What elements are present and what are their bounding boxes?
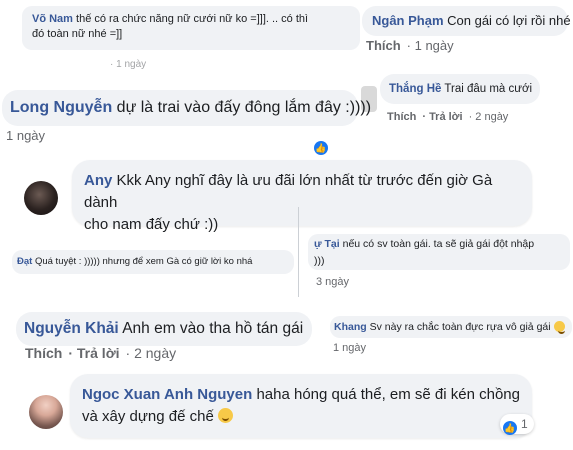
avatar[interactable] — [24, 181, 58, 215]
like-button[interactable]: Thích — [25, 345, 62, 361]
like-button[interactable]: Thích — [366, 38, 401, 53]
smile-emoji-icon — [553, 321, 565, 334]
comment-text-2: ))) — [314, 255, 325, 267]
commenter-name[interactable]: Long Nguyễn — [10, 99, 112, 116]
comment-bubble: Ngân Phạm Con gái có lợi rồi nhé — [362, 6, 571, 36]
comment-time: · 2 ngày — [468, 111, 509, 123]
like-icon: 👍 — [314, 141, 328, 155]
comment-time: · 2 ngày — [125, 345, 177, 361]
comment-text: thế có ra chức năng nữ cưới nữ ko =]]]. … — [76, 13, 309, 25]
comment-meta: Thích · Trả lời · 2 ngày — [387, 111, 514, 123]
comment-time: 1 ngày — [6, 128, 46, 143]
comment-bubble: Đạt Quá tuyệt : ))))) nhưng để xem Gà có… — [12, 250, 294, 274]
comment-bubble: Long Nguyễn dự là trai vào đấy đông lắm … — [2, 90, 371, 126]
avatar[interactable] — [29, 395, 63, 429]
commenter-name[interactable]: Khang — [334, 321, 367, 333]
comment-meta: · 1 ngày — [110, 59, 147, 70]
comment-text: Sv này ra chắc toàn đực rựa vô giả gái — [369, 321, 551, 333]
reply-button[interactable]: · Trả lời — [422, 111, 462, 123]
comment-text: Quá tuyệt : ))))) nhưng để xem Gà có giữ… — [34, 256, 253, 267]
comment-bubble: Thắng Hề Trai đâu mà cưới — [380, 74, 540, 104]
reaction-count[interactable]: 👍 1 — [500, 414, 534, 435]
commenter-name[interactable]: Đạt — [17, 256, 32, 267]
comment-meta: Thích · 1 ngày — [366, 38, 460, 53]
comment-text: Trai đâu mà cưới — [444, 83, 533, 95]
commenter-name[interactable]: Any — [84, 172, 112, 189]
comment-meta: Thích · Trả lời · 2 ngày — [25, 345, 182, 361]
smile-emoji-icon — [217, 408, 233, 423]
comment-text-2: và xây dựng đế chế — [82, 408, 214, 425]
comment-time: 3 ngày — [316, 276, 350, 288]
commenter-name[interactable]: Ngoc Xuan Anh Nguyen — [82, 386, 252, 403]
comment-bubble: Võ Nam thế có ra chức năng nữ cưới nữ ko… — [22, 6, 360, 50]
comment-text-2: đó toàn nữ nhé =]] — [32, 28, 123, 40]
comment-bubble: Ngoc Xuan Anh Nguyen haha hóng quá thể, … — [70, 374, 532, 438]
commenter-name[interactable]: Nguyễn Khải — [24, 320, 119, 337]
comment-time: · 1 ngày — [406, 38, 454, 53]
like-button[interactable]: Thích — [387, 111, 416, 123]
comment-text: dự là trai vào đấy đông lắm đây :)))) — [116, 99, 372, 116]
commenter-name[interactable]: ự Tại — [314, 238, 340, 250]
comment-text: Con gái có lợi rồi nhé — [447, 13, 571, 28]
like-icon: 👍 — [503, 421, 517, 435]
comment-text-2: cho nam đấy chứ :)) — [84, 216, 219, 233]
comment-time: 1 ngày — [333, 342, 367, 354]
comment-bubble: ự Tại nếu có sv toàn gái. ta sẽ giả gái … — [308, 234, 570, 270]
comment-text: Anh em vào tha hồ tán gái — [122, 320, 304, 337]
commenter-name[interactable]: Ngân Phạm — [372, 13, 444, 28]
commenter-name[interactable]: Võ Nam — [32, 13, 73, 25]
reaction-number: 1 — [521, 417, 528, 431]
comment-text: haha hóng quá thể, em sẽ đi kén chồng — [256, 386, 520, 403]
commenter-name[interactable]: Thắng Hề — [389, 83, 441, 95]
divider — [298, 207, 299, 297]
comment-bubble: Nguyễn Khải Anh em vào tha hồ tán gái — [16, 312, 312, 346]
comment-text: nếu có sv toàn gái. ta sẽ giả gái đột nh… — [342, 238, 535, 250]
comment-text: Kkk Any nghĩ đây là ưu đãi lớn nhất từ t… — [84, 172, 493, 211]
comment-bubble: Any Kkk Any nghĩ đây là ưu đãi lớn nhất … — [72, 160, 532, 233]
reply-button[interactable]: · Trả lời — [68, 345, 119, 361]
comment-bubble: Khang Sv này ra chắc toàn đực rựa vô giả… — [330, 316, 572, 338]
